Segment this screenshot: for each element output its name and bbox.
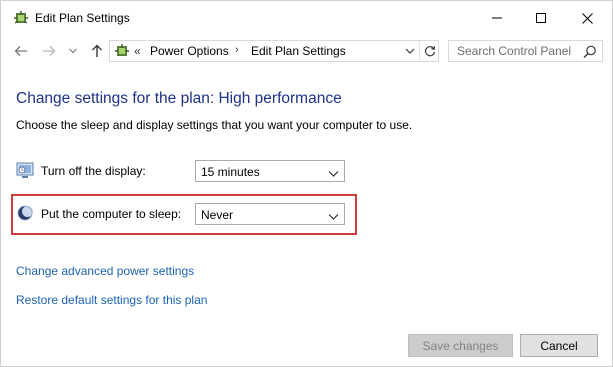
forward-button[interactable] xyxy=(39,41,59,61)
chevron-down-icon xyxy=(405,48,415,54)
maximize-icon xyxy=(536,13,546,23)
power-options-icon xyxy=(114,43,130,59)
window-title: Edit Plan Settings xyxy=(35,11,130,25)
recent-locations-button[interactable] xyxy=(63,41,83,61)
arrow-left-icon xyxy=(14,46,27,56)
navigation-bar: « Power Options › Edit Plan Settings xyxy=(1,35,612,67)
close-button[interactable] xyxy=(564,1,610,35)
power-options-icon xyxy=(13,10,29,26)
title-bar: Edit Plan Settings xyxy=(1,1,612,35)
arrow-up-icon xyxy=(92,44,102,57)
arrow-right-icon xyxy=(43,46,56,56)
page-subtitle: Choose the sleep and display settings th… xyxy=(16,118,413,132)
turn-off-display-label: Turn off the display: xyxy=(41,164,146,178)
address-history-button[interactable] xyxy=(403,44,417,58)
chevron-down-icon xyxy=(328,209,339,220)
chevron-down-icon xyxy=(328,166,339,177)
sleep-moon-icon xyxy=(16,203,36,223)
close-icon xyxy=(581,12,593,24)
page-heading: Change settings for the plan: High perfo… xyxy=(16,90,342,107)
breadcrumb-overflow[interactable]: « xyxy=(134,44,141,58)
maximize-button[interactable] xyxy=(518,1,564,35)
refresh-icon xyxy=(424,46,435,57)
back-button[interactable] xyxy=(11,41,31,61)
address-bar[interactable]: « Power Options › Edit Plan Settings xyxy=(109,40,439,62)
refresh-button[interactable] xyxy=(419,41,439,61)
breadcrumb-separator[interactable]: › xyxy=(235,44,239,56)
search-icon[interactable] xyxy=(582,44,598,60)
turn-off-display-select[interactable]: 15 minutes xyxy=(195,160,345,182)
minimize-icon xyxy=(492,17,502,19)
sleep-label: Put the computer to sleep: xyxy=(41,207,182,221)
change-advanced-settings-link[interactable]: Change advanced power settings xyxy=(16,264,194,278)
up-button[interactable] xyxy=(87,41,107,61)
minimize-button[interactable] xyxy=(474,1,520,35)
search-box[interactable] xyxy=(448,40,603,62)
search-input[interactable] xyxy=(449,41,579,61)
edit-plan-settings-window: Edit Plan Settings « Power Options › Edi… xyxy=(0,0,613,367)
sleep-value: Never xyxy=(201,208,234,222)
save-changes-button[interactable]: Save changes xyxy=(408,334,513,357)
turn-off-display-value: 15 minutes xyxy=(201,165,260,179)
display-icon xyxy=(16,161,36,181)
chevron-down-icon xyxy=(69,48,77,54)
cancel-button[interactable]: Cancel xyxy=(520,334,598,357)
breadcrumb-edit-plan-settings[interactable]: Edit Plan Settings xyxy=(251,44,346,58)
breadcrumb-power-options[interactable]: Power Options xyxy=(150,44,229,58)
restore-defaults-link[interactable]: Restore default settings for this plan xyxy=(16,293,207,307)
sleep-select[interactable]: Never xyxy=(195,203,345,225)
